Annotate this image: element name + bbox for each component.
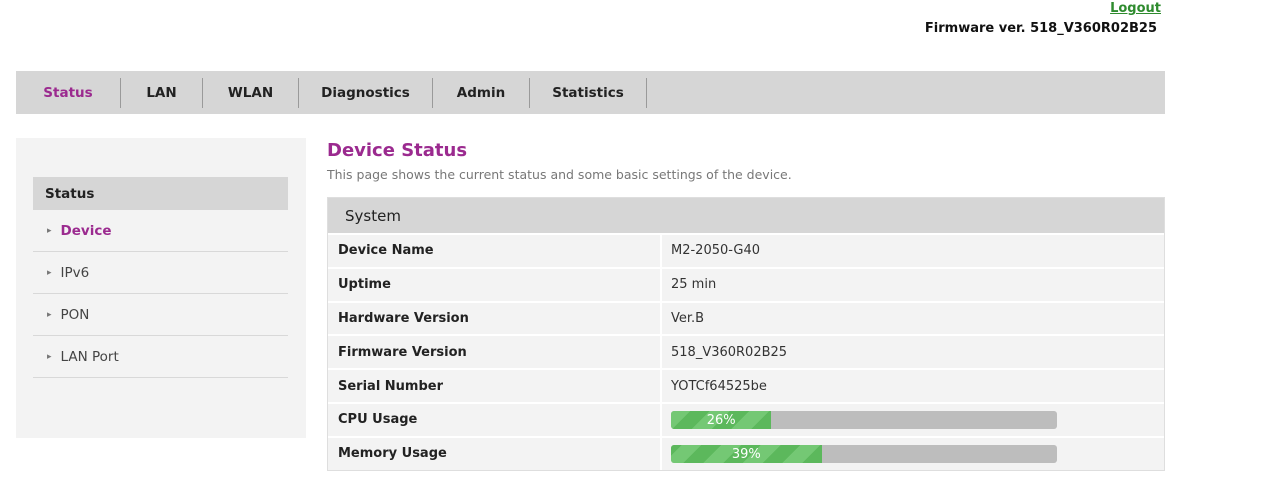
main-content: Device Status This page shows the curren… [327, 140, 1165, 471]
row-label: Hardware Version [328, 302, 662, 335]
logout-link[interactable]: Logout [1110, 1, 1161, 16]
nav-tab-statistics[interactable]: Statistics [530, 77, 647, 108]
sidebar-heading: Status [33, 177, 288, 210]
cpu-usage-cell: 26% [662, 404, 1057, 436]
row-label: Firmware Version [328, 336, 662, 369]
table-row: Device Name M2-2050-G40 [328, 233, 1164, 267]
cpu-usage-bar: 26% [671, 410, 1057, 429]
uptime-value: 25 min [671, 277, 717, 293]
memory-usage-text: 39% [731, 446, 761, 462]
top-nav: Status LAN WLAN Diagnostics Admin Statis… [16, 71, 1165, 114]
table-row: Memory Usage 39% [328, 435, 1164, 470]
sidebar-item-pon[interactable]: ▸ PON [33, 294, 288, 336]
table-row: CPU Usage 26% [328, 401, 1164, 436]
nav-tab-lan[interactable]: LAN [121, 77, 203, 108]
sidebar-item-label: PON [60, 306, 90, 323]
page-title: Device Status [327, 140, 468, 161]
sidebar-item-label: IPv6 [60, 264, 90, 281]
serial-number-value: YOTCf64525be [671, 378, 767, 394]
device-name-value: M2-2050-G40 [671, 243, 761, 259]
cpu-usage-text: 26% [706, 412, 736, 428]
memory-usage-bar: 39% [671, 444, 1057, 463]
sidebar-item-device[interactable]: ▸ Device [33, 210, 288, 252]
chevron-right-icon: ▸ [47, 225, 52, 236]
table-row: Firmware Version 518_V360R02B25 [328, 334, 1164, 369]
row-label: Uptime [328, 268, 662, 301]
memory-usage-cell: 39% [662, 438, 1057, 470]
table-row: Hardware Version Ver.B [328, 300, 1164, 335]
chevron-right-icon: ▸ [47, 309, 52, 320]
page: Logout Firmware ver. 518_V360R02B25 Stat… [0, 0, 1280, 482]
firmware-version-header: Firmware ver. 518_V360R02B25 [924, 21, 1157, 36]
sidebar: Status ▸ Device ▸ IPv6 ▸ PON ▸ LAN Port [16, 138, 306, 438]
sidebar-item-label: Device [60, 222, 112, 239]
row-label: Device Name [328, 235, 662, 267]
row-label: Serial Number [328, 370, 662, 402]
firmware-version-value: 518_V360R02B25 [671, 344, 788, 360]
system-panel: System Device Name M2-2050-G40 Uptime 25… [327, 197, 1165, 471]
chevron-right-icon: ▸ [47, 351, 52, 362]
row-label: CPU Usage [328, 403, 662, 436]
nav-tab-admin[interactable]: Admin [433, 77, 530, 108]
nav-tab-status[interactable]: Status [16, 77, 121, 108]
panel-title: System [328, 198, 1164, 233]
row-label: Memory Usage [328, 437, 662, 470]
sidebar-list: ▸ Device ▸ IPv6 ▸ PON ▸ LAN Port [33, 210, 288, 378]
table-row: Uptime 25 min [328, 266, 1164, 301]
table-row: Serial Number YOTCf64525be [328, 368, 1164, 402]
nav-tab-diagnostics[interactable]: Diagnostics [299, 77, 433, 108]
sidebar-item-ipv6[interactable]: ▸ IPv6 [33, 252, 288, 294]
chevron-right-icon: ▸ [47, 267, 52, 278]
nav-tab-wlan[interactable]: WLAN [203, 77, 299, 108]
page-description: This page shows the current status and s… [327, 167, 792, 182]
sidebar-item-label: LAN Port [60, 348, 119, 365]
hardware-version-value: Ver.B [671, 310, 705, 326]
sidebar-item-lan-port[interactable]: ▸ LAN Port [33, 336, 288, 378]
